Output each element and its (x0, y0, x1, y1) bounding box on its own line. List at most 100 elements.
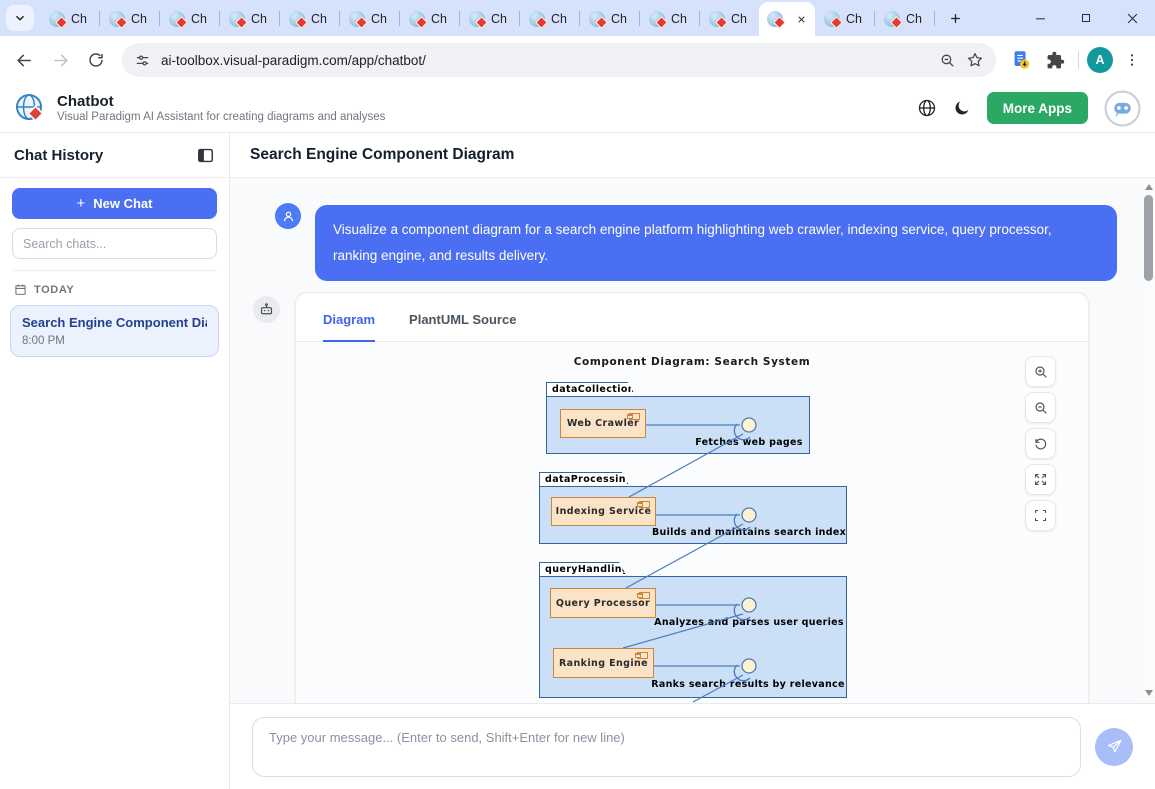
search-chats-box (12, 228, 217, 259)
vertical-scrollbar[interactable] (1142, 178, 1155, 703)
interface-label-builds: Builds and maintains search index (652, 527, 846, 538)
diagram-viewport: Component Diagram: Search System dataCol… (296, 342, 1088, 703)
zoom-in-icon (1033, 364, 1049, 380)
maximize-button[interactable] (1063, 0, 1109, 36)
maximize-icon (1079, 11, 1093, 25)
chatbot-badge-icon[interactable] (1104, 90, 1141, 127)
plus-icon (948, 11, 963, 26)
component-label: Ranking Engine (559, 658, 648, 669)
scrollbar-thumb[interactable] (1144, 195, 1153, 281)
uml-package-tab-queryhandling: queryHandling (539, 562, 627, 577)
visual-paradigm-favicon (767, 11, 783, 27)
docs-extension-icon[interactable] (1006, 45, 1036, 75)
diagram-zoom-in-button[interactable] (1025, 356, 1056, 387)
scrollbar-up-arrow[interactable] (1142, 181, 1155, 193)
chat-item-title: Search Engine Component Dia... (22, 315, 207, 330)
tab-title: Ch (846, 12, 862, 26)
tab-close-icon[interactable] (796, 14, 807, 25)
back-button[interactable] (8, 44, 40, 76)
uml-component-indexing-service: Indexing Service (551, 497, 656, 526)
browser-tab[interactable]: Ch (815, 2, 874, 36)
more-apps-button[interactable]: More Apps (987, 92, 1088, 124)
zoom-indicator-icon[interactable] (939, 52, 956, 69)
tab-list: Ch Ch Ch Ch Ch Ch Ch Ch Ch Ch Ch Ch (40, 2, 969, 36)
browser-tab[interactable]: Ch (700, 2, 759, 36)
diagram-reset-button[interactable] (1025, 428, 1056, 459)
browser-tab[interactable]: Ch (400, 2, 459, 36)
forward-button[interactable] (44, 44, 76, 76)
plus-icon: + (77, 195, 86, 212)
browser-tab-active[interactable] (759, 2, 815, 36)
chat-history-item[interactable]: Search Engine Component Dia... 8:00 PM (10, 305, 219, 357)
uml-package-tab-dataprocessing: dataProcessing (539, 472, 630, 487)
tab-strip: Ch Ch Ch Ch Ch Ch Ch Ch Ch Ch Ch Ch (0, 0, 1155, 36)
visual-paradigm-favicon (529, 11, 545, 27)
browser-tab[interactable]: Ch (220, 2, 279, 36)
triangle-down-icon (1145, 690, 1153, 696)
reload-icon (87, 51, 105, 69)
new-tab-button[interactable] (941, 4, 969, 32)
fullscreen-corners-icon (1033, 508, 1048, 523)
browser-tab[interactable]: Ch (580, 2, 639, 36)
main-panel: Search Engine Component Diagram Visualiz… (230, 133, 1155, 789)
diagram-zoom-out-button[interactable] (1025, 392, 1056, 423)
zoom-out-icon (1033, 400, 1049, 416)
tab-plantuml-source[interactable]: PlantUML Source (409, 312, 516, 342)
url-text[interactable]: ai-toolbox.visual-paradigm.com/app/chatb… (161, 53, 929, 68)
profile-avatar[interactable]: A (1087, 47, 1113, 73)
visual-paradigm-favicon (884, 11, 900, 27)
tab-title: Ch (71, 12, 87, 26)
send-button[interactable] (1095, 728, 1133, 766)
visual-paradigm-favicon (109, 11, 125, 27)
tab-diagram[interactable]: Diagram (323, 312, 375, 342)
browser-tab[interactable]: Ch (520, 2, 579, 36)
kebab-menu-icon (1124, 52, 1140, 68)
visual-paradigm-favicon (49, 11, 65, 27)
visual-paradigm-favicon (409, 11, 425, 27)
browser-tab[interactable]: Ch (40, 2, 99, 36)
component-label: Query Processor (556, 598, 650, 609)
tab-title: Ch (131, 12, 147, 26)
browser-tab[interactable]: Ch (100, 2, 159, 36)
visual-paradigm-favicon (709, 11, 725, 27)
close-window-button[interactable] (1109, 0, 1155, 36)
site-settings-icon[interactable] (134, 52, 151, 69)
browser-tab[interactable]: Ch (460, 2, 519, 36)
today-text: TODAY (34, 284, 74, 296)
scrollbar-down-arrow[interactable] (1142, 687, 1155, 699)
diagram-fullscreen-button[interactable] (1025, 500, 1056, 531)
person-icon (281, 209, 296, 224)
browser-tab[interactable]: Ch (280, 2, 339, 36)
tab-title: Ch (906, 12, 922, 26)
message-input[interactable] (252, 717, 1081, 777)
minimize-button[interactable] (1017, 0, 1063, 36)
diagram-expand-button[interactable] (1025, 464, 1056, 495)
browser-tab[interactable]: Ch (640, 2, 699, 36)
browser-menu-button[interactable] (1117, 45, 1147, 75)
visual-paradigm-favicon (589, 11, 605, 27)
browser-tab[interactable]: Ch (160, 2, 219, 36)
extensions-puzzle-icon[interactable] (1040, 45, 1070, 75)
sidebar-header: Chat History (0, 133, 229, 178)
component-icon (629, 413, 640, 420)
window-controls (1017, 0, 1155, 36)
component-icon (639, 501, 650, 508)
uml-component-query-processor: Query Processor (550, 588, 656, 618)
tab-search-button[interactable] (6, 5, 34, 31)
search-chats-input[interactable] (23, 237, 206, 251)
collapse-sidebar-button[interactable] (196, 146, 215, 165)
browser-tab[interactable]: Ch (875, 2, 934, 36)
tab-title: Ch (551, 12, 567, 26)
new-chat-button[interactable]: + New Chat (12, 188, 217, 219)
address-bar[interactable]: ai-toolbox.visual-paradigm.com/app/chatb… (122, 43, 996, 77)
bookmark-star-icon[interactable] (966, 51, 984, 69)
browser-tab[interactable]: Ch (340, 2, 399, 36)
reload-button[interactable] (80, 44, 112, 76)
dark-mode-button[interactable] (953, 99, 971, 117)
card-tab-bar: Diagram PlantUML Source (296, 293, 1088, 342)
tab-separator (934, 11, 935, 26)
language-globe-button[interactable] (917, 98, 937, 118)
visual-paradigm-favicon (469, 11, 485, 27)
today-section-label: TODAY (0, 271, 229, 305)
tab-title: Ch (191, 12, 207, 26)
